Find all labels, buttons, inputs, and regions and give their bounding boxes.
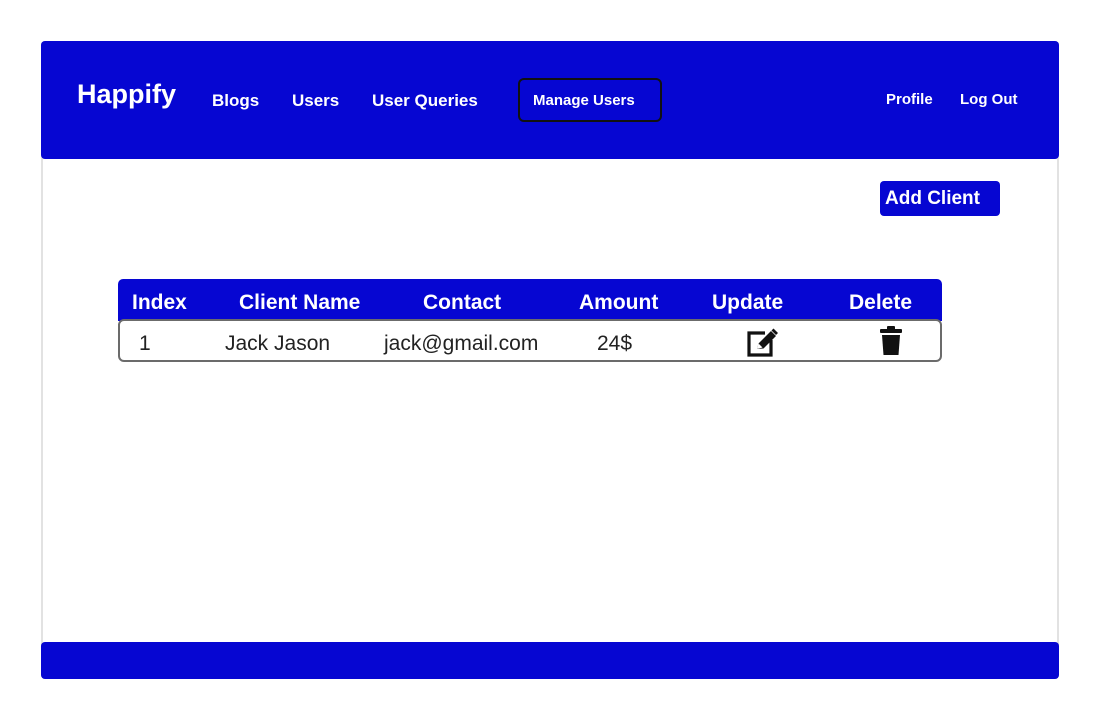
nav-user-queries[interactable]: User Queries xyxy=(372,91,478,111)
cell-index: 1 xyxy=(139,332,151,355)
column-header-client-name: Client Name xyxy=(239,291,361,314)
nav-manage-users[interactable]: Manage Users xyxy=(518,78,662,122)
brand-logo[interactable]: Happify xyxy=(77,79,176,110)
nav-profile[interactable]: Profile xyxy=(886,91,933,108)
table-header: Index Client Name Contact Amount Update … xyxy=(118,279,942,321)
column-header-amount: Amount xyxy=(579,291,659,314)
cell-client-name: Jack Jason xyxy=(225,332,331,355)
cell-amount: 24$ xyxy=(597,332,633,355)
column-header-contact: Contact xyxy=(423,291,502,314)
column-header-index: Index xyxy=(132,291,187,314)
add-client-button[interactable]: Add Client xyxy=(880,181,1000,216)
edit-icon[interactable] xyxy=(744,325,778,359)
table-row: 1 Jack Jason jack@gmail.com 24$ xyxy=(118,319,942,362)
column-header-update: Update xyxy=(712,291,784,314)
column-header-delete: Delete xyxy=(849,291,913,314)
top-navbar: Happify Blogs Users User Queries Manage … xyxy=(41,41,1059,159)
nav-logout[interactable]: Log Out xyxy=(960,91,1017,108)
cell-contact: jack@gmail.com xyxy=(384,332,539,355)
footer xyxy=(41,642,1059,679)
nav-users[interactable]: Users xyxy=(292,91,339,111)
nav-blogs[interactable]: Blogs xyxy=(212,91,259,111)
trash-icon[interactable] xyxy=(877,325,905,357)
